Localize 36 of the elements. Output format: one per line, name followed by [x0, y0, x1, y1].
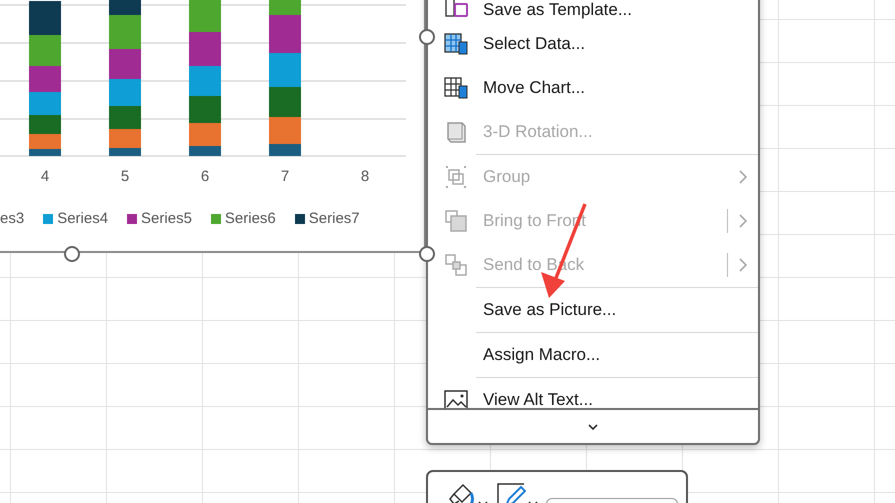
- legend-label: es3: [0, 210, 24, 227]
- table-icon: [442, 75, 468, 101]
- bar-segment: [189, 0, 221, 32]
- bar-segment: [189, 66, 221, 96]
- bar-segment: [29, 115, 61, 134]
- bar-segment: [29, 35, 61, 66]
- menu-item[interactable]: Move Chart...: [428, 66, 758, 110]
- axis-label: 8: [360, 168, 370, 185]
- bar-segment: [269, 87, 301, 117]
- table-icon: [442, 31, 468, 57]
- menu-item[interactable]: Save as Template...: [428, 0, 758, 22]
- bar-segment: [269, 53, 301, 87]
- menu-item[interactable]: Assign Macro...: [476, 332, 758, 377]
- bar-segment: [29, 66, 61, 92]
- axis-label: 5: [120, 168, 130, 185]
- axis-label: 6: [200, 168, 210, 185]
- bar-segment: [189, 96, 221, 123]
- bar-segment: [29, 1, 61, 35]
- legend-label: Series4: [57, 210, 108, 227]
- chart-area[interactable]: 4 5 6 7 8 es3 Series4 Series5 Series6 Series7: [0, 0, 426, 253]
- menu-item[interactable]: Select Data...: [428, 22, 758, 66]
- axis-label: 4: [40, 168, 50, 185]
- legend-label: Series6: [224, 210, 276, 227]
- bar-segment: [109, 49, 141, 79]
- chevron-down-icon: [587, 422, 599, 430]
- legend-label: Series5: [141, 210, 192, 227]
- bar-segment: [189, 32, 221, 66]
- bar-segment: [109, 106, 141, 129]
- resize-handle[interactable]: [64, 246, 80, 262]
- axis-label: 7: [280, 168, 290, 185]
- bar-segment: [29, 92, 61, 115]
- bar-segment: [109, 79, 141, 106]
- legend-label: Series7: [308, 210, 360, 227]
- layers-icon: [442, 252, 468, 278]
- layers-icon: [442, 208, 468, 234]
- menu-item[interactable]: View Alt Text...: [476, 377, 758, 408]
